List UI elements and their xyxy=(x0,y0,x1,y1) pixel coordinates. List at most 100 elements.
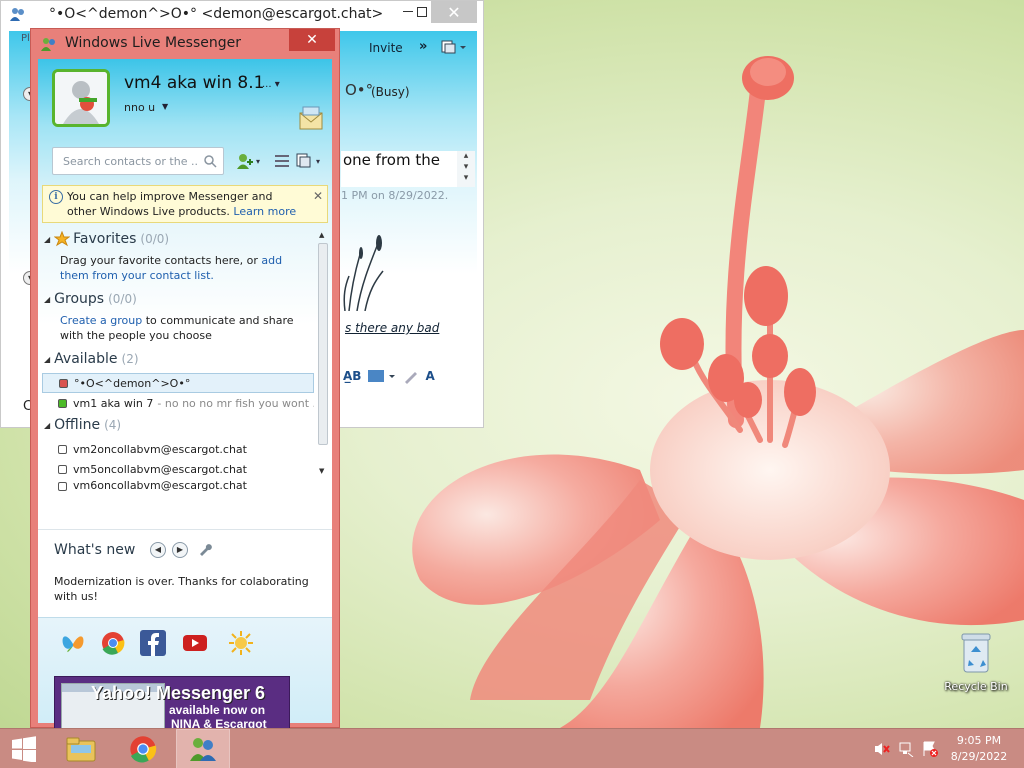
wrench-icon[interactable] xyxy=(198,542,212,556)
group-count: (0/0) xyxy=(108,292,137,306)
contact-list[interactable]: ◢ Favorites (0/0) Drag your favorite con… xyxy=(38,229,332,527)
contact-row[interactable]: vm6oncollabvm@escargot.chat xyxy=(42,479,314,491)
group-count: (0/0) xyxy=(140,232,170,246)
chat-scrollbar[interactable]: ▴ ▾ ▾ xyxy=(457,151,475,187)
pen-icon[interactable] xyxy=(403,368,419,384)
chrome-icon[interactable] xyxy=(100,630,126,656)
chat-titlebar[interactable]: °•O<^demon^>O•° <demon@escargot.chat> ✕ xyxy=(1,1,483,25)
add-contact-icon xyxy=(237,154,253,169)
groups-hint: Create a group to communicate and share … xyxy=(60,313,310,343)
taskbar-file-explorer[interactable] xyxy=(58,729,104,768)
advert-subline: available now on xyxy=(169,703,266,717)
group-name: Available xyxy=(54,351,118,367)
contact-list-scrollbar[interactable]: ▲ ▼ xyxy=(316,229,330,491)
whats-new-panel: What's new ◀ ▶ Modernization is over. Th… xyxy=(38,529,332,617)
contact-message: - no no no mr fish you wont ... xyxy=(157,396,314,410)
star-icon xyxy=(54,231,71,247)
maximize-icon xyxy=(417,7,427,17)
scrollbar-thumb[interactable] xyxy=(318,243,328,445)
chat-menu-icon[interactable] xyxy=(441,39,467,55)
chevron-down-icon[interactable]: ▼ xyxy=(162,102,168,111)
contact-row[interactable]: vm5oncollabvm@escargot.chat xyxy=(42,459,314,479)
whats-new-title: What's new xyxy=(54,542,136,558)
search-input[interactable] xyxy=(53,148,197,174)
close-icon: ✕ xyxy=(447,2,461,22)
previous-icon[interactable]: ◀ xyxy=(150,542,166,558)
more-options-icon[interactable]: » xyxy=(419,39,427,54)
scroll-down-icon[interactable]: ▼ xyxy=(319,467,324,475)
spellcheck-icon[interactable]: A̲B xyxy=(343,369,361,383)
info-icon: i xyxy=(49,190,63,204)
personal-message[interactable]: nno u xyxy=(124,101,155,114)
contact-name: °•O<^demon^>O•° xyxy=(74,376,191,390)
display-name[interactable]: vm4 aka win 8.1 xyxy=(124,73,264,93)
search-box[interactable] xyxy=(52,147,224,175)
youtube-icon[interactable] xyxy=(182,630,208,656)
messenger-titlebar[interactable]: Windows Live Messenger ✕ xyxy=(31,29,339,59)
emoticon-menu-icon[interactable] xyxy=(367,368,397,384)
avatar[interactable] xyxy=(52,69,110,127)
recycle-bin[interactable]: Recycle Bin xyxy=(938,630,1014,693)
action-center-icon[interactable] xyxy=(922,741,938,757)
facebook-icon[interactable] xyxy=(140,630,166,656)
messenger-window[interactable]: Windows Live Messenger ✕ vm4 aka win 8.1… xyxy=(30,28,340,738)
chat-close-button[interactable]: ✕ xyxy=(431,1,477,23)
clock-time: 9:05 PM xyxy=(956,734,1002,747)
group-name: Offline xyxy=(54,417,101,433)
info-bar-close-button[interactable]: ✕ xyxy=(313,189,323,203)
search-icon[interactable] xyxy=(203,154,217,168)
font-icon[interactable]: A xyxy=(425,369,434,383)
favorites-hint: Drag your favorite contacts here, or add… xyxy=(60,253,310,283)
group-groups[interactable]: ◢ Groups (0/0) xyxy=(44,291,137,307)
next-icon[interactable]: ▶ xyxy=(172,542,188,558)
learn-more-link[interactable]: Learn more xyxy=(233,205,296,218)
chrome-icon xyxy=(130,736,157,763)
social-bar: Yahoo! Messenger 6 available now on NINA… xyxy=(38,617,332,738)
chevron-down-icon: ▾ xyxy=(256,156,261,166)
create-group-link[interactable]: Create a group xyxy=(60,314,142,327)
available-status-icon xyxy=(58,398,67,408)
chat-format-toolbar: A̲B A xyxy=(343,365,473,387)
sun-icon[interactable] xyxy=(228,630,254,656)
chat-input-text[interactable]: s there any bad xyxy=(345,321,439,335)
group-offline[interactable]: ◢ Offline (4) xyxy=(44,417,121,433)
messenger-body: vm4 aka win 8.1 ... ▾ nno u ▼ ▾ xyxy=(38,59,332,738)
display-name-dropdown[interactable]: ... ▾ xyxy=(262,79,280,90)
offline-status-icon xyxy=(58,464,67,474)
invite-button[interactable]: Invite xyxy=(369,41,403,55)
show-menu-button[interactable]: ▾ xyxy=(296,151,320,171)
recycle-bin-label: Recycle Bin xyxy=(944,680,1008,693)
messenger-app-icon xyxy=(41,38,55,51)
chat-scene-decoration xyxy=(343,235,384,311)
group-count: (2) xyxy=(121,352,139,366)
chat-toolbar-partial: Pl xyxy=(21,33,30,44)
favorites-hint-text: Drag your favorite contacts here, or xyxy=(60,254,258,267)
folder-icon xyxy=(66,737,96,762)
clock[interactable]: 9:05 PM 8/29/2022 xyxy=(944,733,1014,765)
contact-name: vm6oncollabvm@escargot.chat xyxy=(73,479,247,491)
chat-message: one from the xyxy=(341,151,465,187)
collapse-triangle-icon: ◢ xyxy=(44,354,51,364)
group-favorites[interactable]: ◢ Favorites (0/0) xyxy=(44,231,169,247)
info-bar-text: You can help improve Messenger and other… xyxy=(67,189,305,219)
add-contact-button[interactable]: ▾ xyxy=(236,151,260,171)
menu-icon xyxy=(296,153,311,168)
scroll-up-icon[interactable]: ▲ xyxy=(319,231,324,239)
group-available[interactable]: ◢ Available (2) xyxy=(44,351,139,367)
volume-muted-icon[interactable] xyxy=(874,741,890,757)
contact-row[interactable]: °•O<^demon^>O•° xyxy=(42,373,314,393)
contact-row[interactable]: vm2oncollabvm@escargot.chat xyxy=(42,439,314,459)
chevron-down-icon: ▾ xyxy=(316,156,321,166)
mail-icon[interactable] xyxy=(296,105,326,133)
taskbar-chrome[interactable] xyxy=(120,729,166,768)
chat-message-time: 1 PM on 8/29/2022. xyxy=(341,189,449,202)
start-button[interactable] xyxy=(0,729,48,768)
messenger-close-button[interactable]: ✕ xyxy=(289,29,335,51)
taskbar-messenger[interactable] xyxy=(176,729,230,768)
windows-live-butterfly-icon[interactable] xyxy=(60,630,86,656)
network-icon[interactable] xyxy=(898,741,914,757)
change-layout-button[interactable] xyxy=(274,151,290,171)
messenger-app-icon xyxy=(10,8,24,21)
clock-date: 8/29/2022 xyxy=(950,750,1008,763)
contact-row[interactable]: vm1 aka win 7 - no no no mr fish you won… xyxy=(42,393,314,413)
